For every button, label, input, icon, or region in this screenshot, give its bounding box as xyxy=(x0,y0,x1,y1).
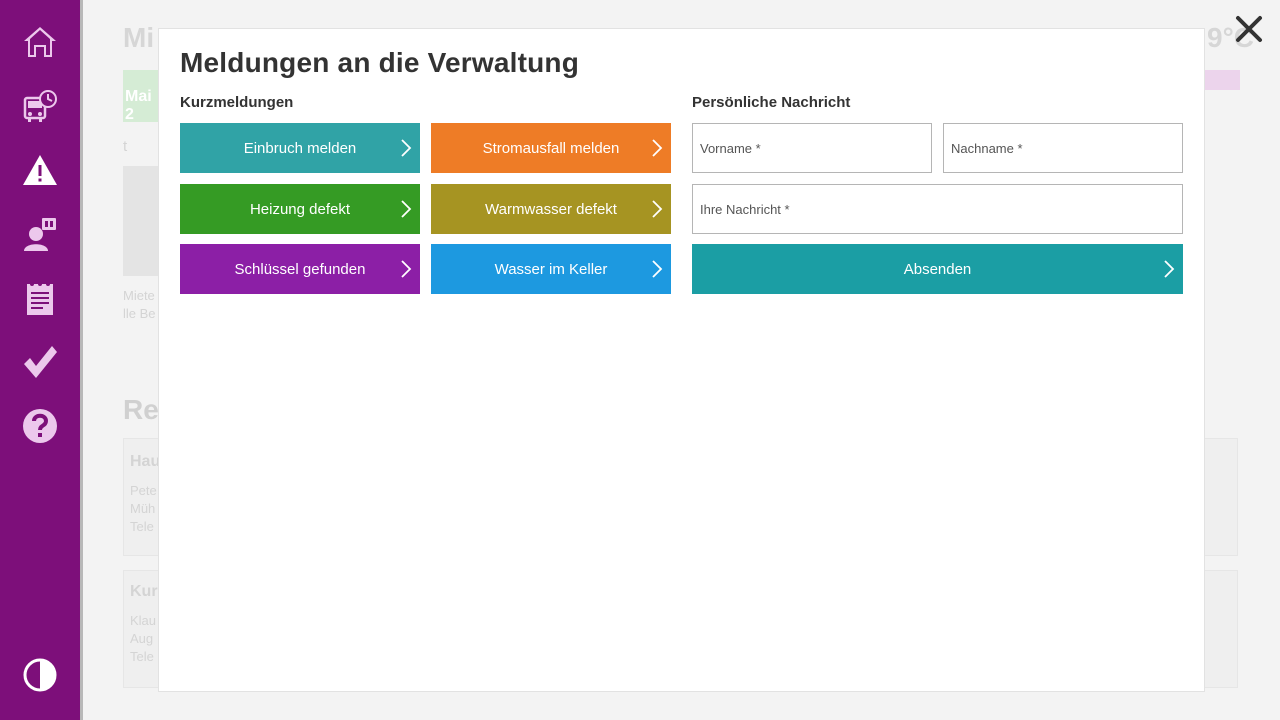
firstname-field[interactable] xyxy=(692,123,932,173)
background-image xyxy=(123,166,159,276)
quick-report-button[interactable]: Stromausfall melden xyxy=(431,123,671,173)
chevron-right-icon xyxy=(652,139,663,157)
report-dialog: Meldungen an die Verwaltung Kurzmeldunge… xyxy=(158,28,1205,692)
chevron-right-icon xyxy=(401,139,412,157)
home-icon[interactable] xyxy=(20,22,60,62)
quick-report-button[interactable]: Warmwasser defekt xyxy=(431,184,671,234)
background-card-2-title: Kur xyxy=(130,583,158,600)
contrast-icon[interactable] xyxy=(20,655,60,695)
chevron-right-icon xyxy=(1164,260,1175,278)
background-badge xyxy=(1200,70,1240,90)
submit-label: Absenden xyxy=(903,260,972,278)
background-date-badge: Mai 2 xyxy=(123,70,163,123)
warning-icon[interactable] xyxy=(20,150,60,190)
quick-report-button[interactable]: Heizung defekt xyxy=(180,184,420,234)
help-icon[interactable] xyxy=(20,406,60,446)
background-card-1-line: Pete xyxy=(130,483,157,498)
background-card-2-line: Klau xyxy=(130,613,157,628)
transport-schedule-icon[interactable] xyxy=(20,86,60,126)
quick-report-button[interactable]: Einbruch melden xyxy=(180,123,420,173)
checkmark-icon[interactable] xyxy=(20,342,60,382)
chevron-right-icon xyxy=(652,260,663,278)
background-card-2-line: Tele xyxy=(130,649,154,664)
chevron-right-icon xyxy=(652,200,663,218)
quick-report-label: Wasser im Keller xyxy=(494,260,608,278)
quick-report-label: Schlüssel gefunden xyxy=(234,260,366,278)
quick-report-label: Warmwasser defekt xyxy=(485,200,617,218)
quick-report-button[interactable]: Schlüssel gefunden xyxy=(180,244,420,294)
quick-report-label: Heizung defekt xyxy=(249,200,351,218)
quick-reports-label: Kurzmeldungen xyxy=(180,94,294,111)
submit-button[interactable]: Absenden xyxy=(692,244,1183,294)
chevron-right-icon xyxy=(401,260,412,278)
background-label: t xyxy=(123,138,128,155)
close-icon[interactable] xyxy=(1234,14,1264,44)
dialog-title: Meldungen an die Verwaltung xyxy=(180,47,579,78)
lastname-field[interactable] xyxy=(943,123,1183,173)
background-text-2: lle Be xyxy=(123,306,156,321)
quick-report-label: Stromausfall melden xyxy=(482,139,620,157)
sidebar xyxy=(0,0,83,720)
contact-person-icon[interactable] xyxy=(20,214,60,254)
notepad-icon[interactable] xyxy=(20,278,60,318)
background-text-1: Miete xyxy=(123,288,155,303)
personal-message-label: Persönliche Nachricht xyxy=(692,94,851,111)
background-card-1-line: Müh xyxy=(130,501,156,516)
chevron-right-icon xyxy=(401,200,412,218)
background-heading: Re xyxy=(123,394,159,425)
background-card-1-line: Tele xyxy=(130,519,154,534)
background-title: Mi xyxy=(123,22,155,53)
quick-report-button[interactable]: Wasser im Keller xyxy=(431,244,671,294)
message-field[interactable] xyxy=(692,184,1183,234)
background-card-1-title: Hau xyxy=(130,453,161,470)
quick-report-label: Einbruch melden xyxy=(243,139,357,157)
background-card-2-line: Aug xyxy=(130,631,154,646)
